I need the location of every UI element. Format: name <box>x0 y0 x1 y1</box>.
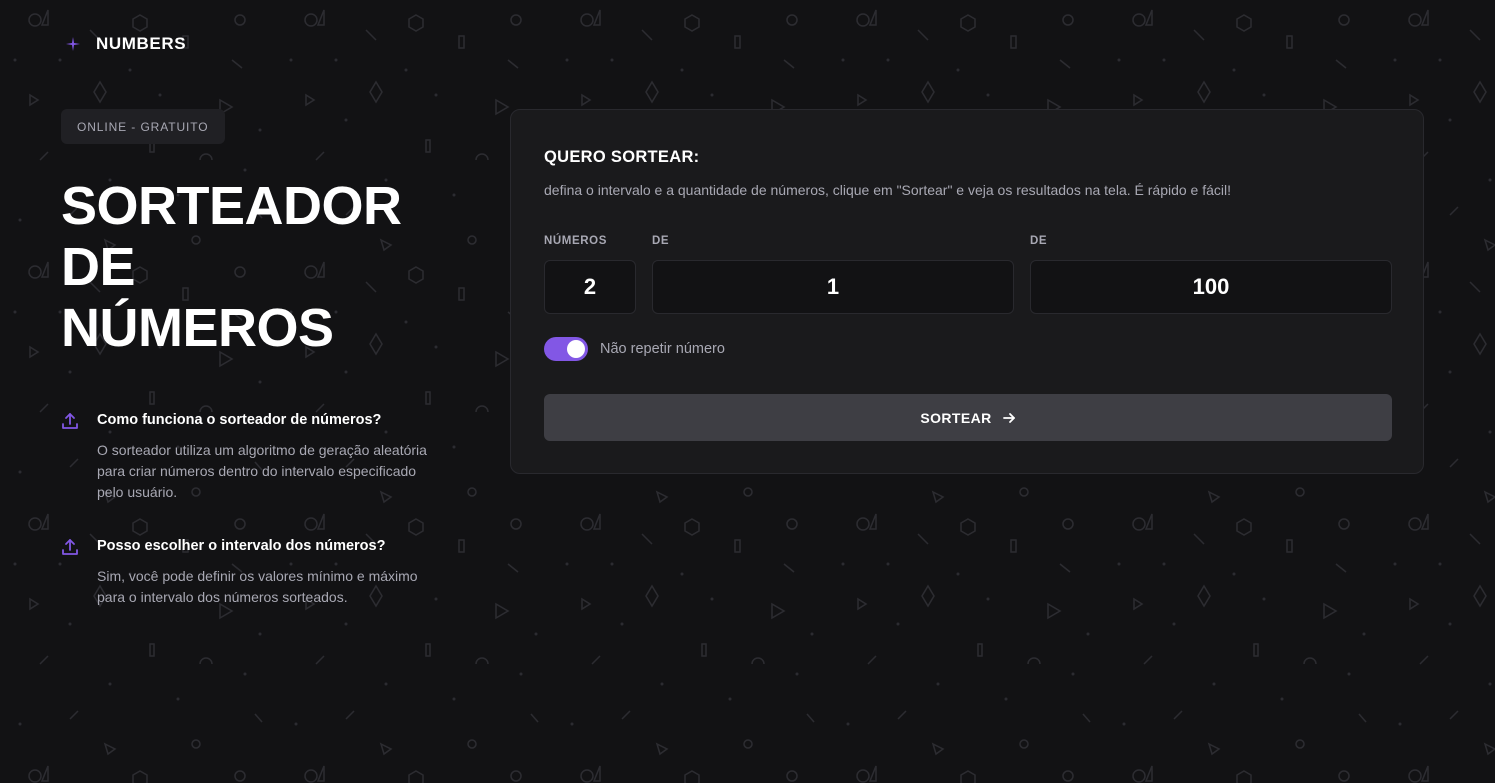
faq-question: Como funciona o sorteador de números? <box>97 412 382 428</box>
draw-button[interactable]: SORTEAR <box>544 394 1392 441</box>
max-label: DE <box>1030 235 1048 247</box>
faq-item: Como funciona o sorteador de números? O … <box>61 410 441 503</box>
min-label: DE <box>652 235 670 247</box>
title-line: NÚMEROS <box>61 298 334 358</box>
form-description: defina o intervalo e a quantidade de núm… <box>544 182 1232 198</box>
title-line: DE <box>61 237 136 297</box>
draw-button-label: SORTEAR <box>920 409 992 426</box>
draw-form-card: QUERO SORTEAR: defina o intervalo e a qu… <box>510 109 1424 474</box>
faq-answer: O sorteador utiliza um algoritmo de gera… <box>97 442 427 500</box>
page: NUMBERS ONLINE - GRATUITO SORTEADOR DE N… <box>0 0 1495 783</box>
min-input[interactable]: 1 <box>652 260 1014 314</box>
toggle-knob <box>567 340 585 358</box>
sparkle-icon <box>64 35 82 53</box>
pricing-badge: ONLINE - GRATUITO <box>61 109 225 144</box>
quantity-input[interactable]: 2 <box>544 260 636 314</box>
no-repeat-label: Não repetir número <box>600 341 725 357</box>
no-repeat-toggle[interactable] <box>544 337 588 361</box>
faq-answer: Sim, você pode definir os valores mínimo… <box>97 568 418 605</box>
brand-name: NUMBERS <box>96 34 187 53</box>
faq-question: Posso escolher o intervalo dos números? <box>97 538 386 554</box>
no-repeat-option: Não repetir número <box>544 337 725 361</box>
quantity-label: NÚMEROS <box>544 235 607 247</box>
upload-icon <box>61 411 79 431</box>
brand-logo[interactable]: NUMBERS <box>64 34 186 54</box>
upload-icon <box>61 537 79 557</box>
max-input[interactable]: 100 <box>1030 260 1392 314</box>
title-line: SORTEADOR <box>61 176 402 236</box>
arrow-right-icon <box>1002 411 1016 425</box>
page-title: SORTEADOR DE NÚMEROS <box>61 176 402 359</box>
faq-item: Posso escolher o intervalo dos números? … <box>61 536 441 608</box>
form-title: QUERO SORTEAR: <box>544 148 700 166</box>
